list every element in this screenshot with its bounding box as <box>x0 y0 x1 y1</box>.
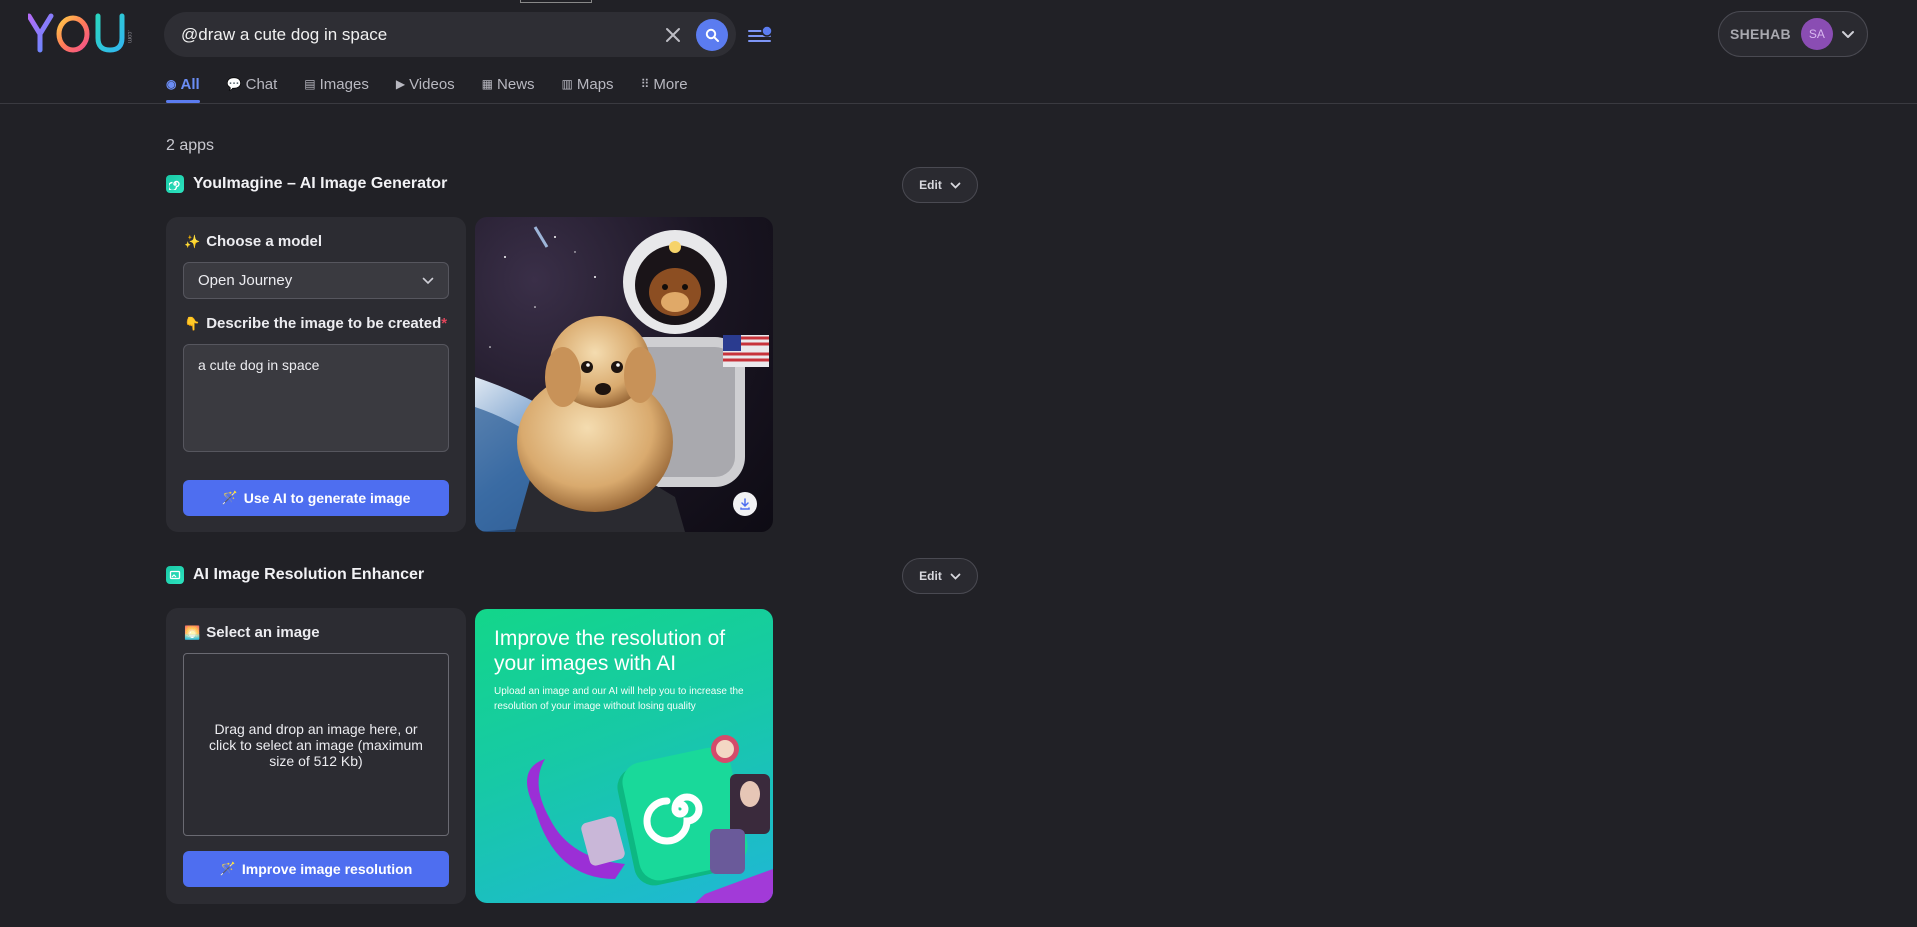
tab-label: Images <box>319 76 369 93</box>
news-icon: ▦ <box>481 77 494 91</box>
compass-icon: ◉ <box>166 77 177 91</box>
tab-label: News <box>497 76 535 93</box>
chevron-down-icon <box>950 182 961 189</box>
app-title: YouImagine – AI Image Generator <box>193 175 448 192</box>
edit-button[interactable]: Edit <box>902 558 978 594</box>
edit-button[interactable]: Edit <box>902 167 978 203</box>
search-icon <box>705 28 719 42</box>
improve-resolution-label: Improve image resolution <box>241 861 413 877</box>
edit-label: Edit <box>919 569 942 583</box>
generate-image-label: Use AI to generate image <box>243 490 411 506</box>
describe-label-row: 👇 Describe the image to be created * <box>184 315 447 332</box>
you-logo[interactable]: .com <box>28 12 138 56</box>
user-name: SHEHAB <box>1730 26 1791 42</box>
pointing-hand-icon: 👇 <box>184 315 201 331</box>
clear-search-button[interactable] <box>658 20 688 50</box>
chevron-down-icon <box>1841 30 1854 38</box>
apps-count: 2 apps <box>166 137 215 154</box>
image-enhance-icon <box>166 566 184 584</box>
grid-dots-icon: ⠿ <box>640 77 650 91</box>
download-button[interactable] <box>733 492 757 516</box>
required-mark: * <box>441 315 448 332</box>
tab-news[interactable]: ▦ News <box>482 76 535 103</box>
tab-videos[interactable]: ▶ Videos <box>396 76 455 103</box>
image-dropzone[interactable]: Drag and drop an image here, or click to… <box>183 653 449 836</box>
model-label: Choose a model <box>206 233 323 250</box>
resolution-enhancer-form: 🌅 Select an image Drag and drop an image… <box>166 608 466 904</box>
promo-subtitle: Upload an image and our AI will help you… <box>494 686 744 712</box>
user-menu[interactable]: SHEHAB SA <box>1718 11 1868 57</box>
search-tabs: ◉ All 💬 Chat ▤ Images ▶ Videos ▦ News ▥ Maps ⠿… <box>166 76 715 103</box>
chevron-down-icon <box>950 573 961 580</box>
magic-wand-icon: 🪄 <box>221 490 238 505</box>
tab-more[interactable]: ⠿ More <box>641 76 688 103</box>
search-button[interactable] <box>696 18 728 51</box>
tab-label: More <box>653 76 688 93</box>
tab-all[interactable]: ◉ All <box>166 76 200 103</box>
select-image-label-row: 🌅 Select an image <box>184 624 320 641</box>
tab-label: Maps <box>576 76 614 93</box>
map-icon: ▥ <box>561 77 573 91</box>
sliders-icon[interactable] <box>746 20 776 50</box>
app-title: AI Image Resolution Enhancer <box>193 566 425 583</box>
dog-astronaut-image <box>475 217 773 532</box>
prompt-textarea[interactable]: a cute dog in space <box>183 344 449 452</box>
promo-title: Improve the resolution of your images wi… <box>494 627 726 675</box>
download-icon <box>740 498 750 510</box>
chevron-down-icon <box>422 277 434 285</box>
edit-label: Edit <box>919 178 942 192</box>
search-input[interactable] <box>179 23 658 46</box>
search-bar <box>164 12 736 57</box>
spiral-icon <box>166 175 184 193</box>
magic-wand-icon: 🪄 <box>219 861 236 876</box>
tab-maps[interactable]: ▥ Maps <box>562 76 614 103</box>
generate-image-button[interactable]: 🪄 Use AI to generate image <box>183 480 449 516</box>
describe-label: Describe the image to be created <box>206 315 442 332</box>
tab-label: Chat <box>245 76 278 93</box>
model-select-value: Open Journey <box>198 272 293 289</box>
play-icon: ▶ <box>395 77 406 91</box>
chat-icon: 💬 <box>226 77 242 91</box>
tab-chat[interactable]: 💬 Chat <box>227 76 278 103</box>
images-icon: ▤ <box>304 77 316 91</box>
tab-label: All <box>180 76 200 93</box>
header: .com SHEHAB SA ◉All 💬Chat ▤Images ▶Video… <box>0 0 1917 104</box>
tab-label: Videos <box>409 76 455 93</box>
select-image-label: Select an image <box>206 624 320 641</box>
window-tab-indicator <box>520 0 592 3</box>
image-generator-form: ✨ Choose a model Open Journey 👇 Describe… <box>166 217 466 532</box>
close-icon <box>666 27 680 42</box>
tab-images[interactable]: ▤ Images <box>304 76 369 103</box>
app-header-youimagine: YouImagine – AI Image Generator <box>166 175 447 193</box>
generated-image[interactable] <box>475 217 773 532</box>
improve-resolution-button[interactable]: 🪄 Improve image resolution <box>183 851 449 887</box>
avatar: SA <box>1800 18 1833 50</box>
model-select[interactable]: Open Journey <box>183 262 449 299</box>
logo-suffix: .com <box>126 30 132 43</box>
picture-icon: 🌅 <box>184 624 201 640</box>
app-header-resolution-enhancer: AI Image Resolution Enhancer <box>166 566 424 584</box>
dropzone-text: Drag and drop an image here, or click to… <box>209 720 423 769</box>
model-label-row: ✨ Choose a model <box>184 233 322 250</box>
resolution-promo-image: Improve the resolution of your images wi… <box>475 609 773 903</box>
sparkles-icon: ✨ <box>184 233 201 249</box>
